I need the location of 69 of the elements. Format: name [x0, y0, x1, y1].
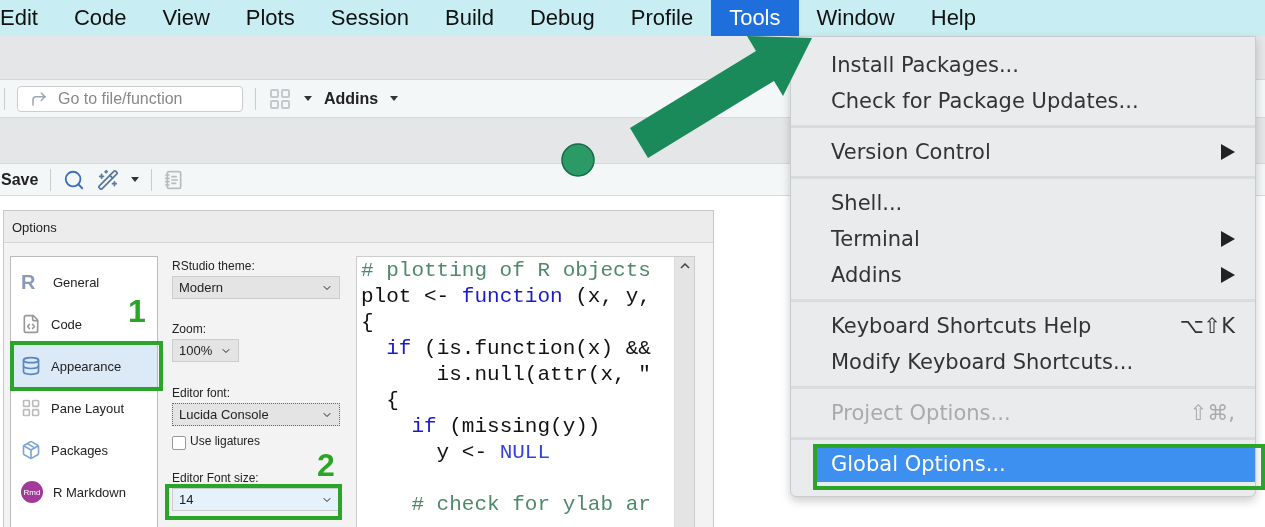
menu-item[interactable]: Window: [798, 0, 913, 36]
field-label: Zoom:: [172, 322, 206, 336]
code-line: if (missing(y)): [410, 414, 602, 440]
menu-item[interactable]: Profile: [612, 0, 712, 36]
checkbox-label: Use ligatures: [190, 434, 261, 448]
checkbox[interactable]: [172, 435, 186, 450]
save-button[interactable]: Save: [1, 170, 39, 189]
caret-icon: [390, 96, 399, 101]
field-label: RStudio theme:: [172, 259, 255, 273]
code-line: plot <- function (x, y,: [361, 284, 652, 310]
zoom-select[interactable]: 100%: [172, 339, 239, 362]
box-icon: [21, 440, 41, 460]
menu-item[interactable]: Edit: [0, 0, 56, 36]
step-number: 2: [317, 447, 335, 484]
menu-item[interactable]: Build: [427, 0, 512, 36]
menu-item[interactable]: Addins: [815, 257, 1255, 293]
menu-item[interactable]: Help: [912, 0, 994, 36]
menu-item[interactable]: Shell...: [815, 185, 1255, 221]
font-select[interactable]: Lucida Console: [172, 403, 340, 426]
search-field[interactable]: Go to file/function: [17, 85, 243, 112]
menu-item[interactable]: Check for Package Updates...: [815, 83, 1255, 119]
submenu-arrow-icon: [1221, 267, 1235, 283]
sidebar-item[interactable]: Packages: [11, 429, 115, 471]
menu-item[interactable]: Terminal: [815, 221, 1255, 257]
sidebar-item[interactable]: Pane Layout: [11, 387, 130, 429]
menu-item[interactable]: Install Packages...: [815, 47, 1255, 83]
database-icon: [21, 356, 41, 376]
sidebar-item[interactable]: Code: [11, 303, 89, 345]
code-line: {: [361, 310, 375, 336]
submenu-arrow-icon: [1221, 144, 1235, 160]
sidebar-item[interactable]: R General: [11, 261, 106, 303]
caret-icon: [131, 177, 140, 182]
menu-item[interactable]: Version Control: [815, 134, 1255, 170]
dialog-title: Options: [4, 211, 713, 243]
menu-item[interactable]: Debug: [511, 0, 613, 36]
arrow-icon: [30, 89, 48, 108]
grid-icon[interactable]: [268, 86, 292, 111]
font-size-select[interactable]: 14: [172, 488, 340, 511]
caret-up-icon: [679, 263, 690, 269]
code-line: # plotting of R objects: [361, 258, 652, 284]
sidebar-item[interactable]: Appearance: [11, 345, 157, 387]
field-label: Editor Font size:: [172, 471, 259, 485]
caret-icon: [304, 96, 312, 101]
search-icon[interactable]: [63, 168, 86, 191]
menu-item[interactable]: Plots: [227, 0, 313, 36]
submenu-arrow-icon: [1221, 231, 1235, 247]
menu-item[interactable]: Code: [55, 0, 145, 36]
wand-icon[interactable]: [97, 168, 120, 191]
menu-item[interactable]: Keyboard Shortcuts Help ⌥⇧K: [815, 308, 1255, 344]
code-line: {: [385, 388, 400, 414]
menu-item[interactable]: View: [144, 0, 228, 36]
grid-icon: [21, 398, 41, 418]
menu-item[interactable]: Modify Keyboard Shortcuts...: [815, 344, 1255, 380]
marker-dot: [561, 143, 595, 177]
code-line: if (is.function(x) &&: [385, 336, 652, 362]
menu-item[interactable]: Tools: [711, 0, 799, 36]
notebook-icon[interactable]: [164, 169, 185, 190]
menu-item[interactable]: Session: [312, 0, 427, 36]
r-logo-icon: R: [21, 270, 43, 294]
code-line: is.null(attr(x, ": [435, 362, 652, 388]
step-number: 1: [128, 293, 146, 330]
document-icon: [21, 314, 41, 334]
addins-button[interactable]: Addins: [324, 89, 379, 108]
sidebar-item[interactable]: Rmd R Markdown: [11, 471, 132, 513]
field-label: Editor font:: [172, 386, 231, 400]
theme-select[interactable]: Modern: [172, 276, 340, 299]
code-line: y <- NULL: [435, 440, 552, 466]
code-line: # check for ylab ar: [410, 492, 652, 518]
rmd-logo-icon: Rmd: [21, 481, 43, 503]
